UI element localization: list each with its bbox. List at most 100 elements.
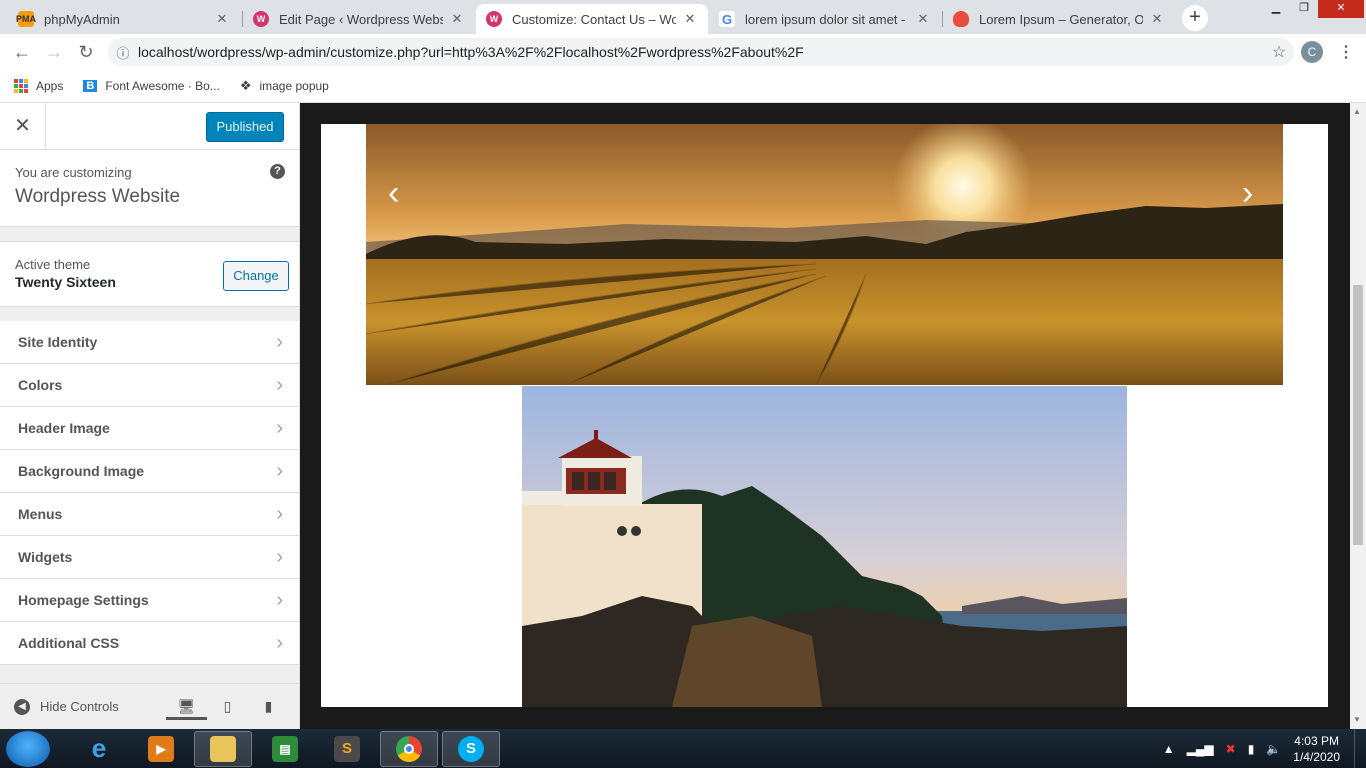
slider-next-icon[interactable]: › — [1242, 174, 1253, 213]
show-desktop-button[interactable] — [1354, 729, 1366, 768]
section-label: Widgets — [18, 549, 73, 565]
close-icon[interactable]: ✕ — [915, 11, 931, 27]
publish-button[interactable]: Published — [206, 112, 284, 142]
tab-title: Lorem Ipsum – Generator, Origi — [979, 11, 1143, 27]
section-header-image[interactable]: Header Image › — [0, 407, 299, 450]
info-icon[interactable]: ⓘ — [108, 43, 138, 62]
chevron-right-icon: › — [276, 546, 283, 568]
close-icon[interactable]: ✕ — [1149, 11, 1165, 27]
chevron-right-icon: › — [276, 331, 283, 353]
battery-icon[interactable]: ▮ — [1248, 742, 1255, 756]
new-tab-button[interactable]: + — [1182, 5, 1208, 31]
restore-icon[interactable]: ❐ — [1290, 0, 1318, 18]
customizer-info: You are customizing Wordpress Website ? — [0, 150, 299, 227]
browser-toolbar: ← → ↻ ⓘ localhost/wordpress/wp-admin/cus… — [0, 34, 1366, 70]
bookmark-apps[interactable]: Apps — [14, 79, 63, 93]
network-status-icon[interactable]: ✖ — [1226, 742, 1236, 756]
close-icon[interactable]: ✕ — [682, 11, 698, 27]
chevron-right-icon: › — [276, 374, 283, 396]
collapse-icon[interactable]: ◀ — [14, 698, 30, 715]
preview-page: ‹ › — [321, 124, 1328, 707]
tab-edit-page[interactable]: W Edit Page ‹ Wordpress Website ✕ — [243, 4, 475, 34]
tab-lorem-ipsum[interactable]: Lorem Ipsum – Generator, Origi ✕ — [943, 4, 1175, 34]
section-label: Site Identity — [18, 334, 98, 350]
site-preview-frame: ‹ › — [300, 103, 1350, 729]
section-background-image[interactable]: Background Image › — [0, 450, 299, 493]
scroll-down-icon[interactable]: ▼ — [1353, 715, 1361, 724]
customizer-footer: ◀ Hide Controls 🖥 ▯ ▮ — [0, 683, 299, 729]
internet-explorer-icon[interactable]: e — [70, 731, 128, 767]
slider-prev-icon[interactable]: ‹ — [388, 174, 399, 213]
forward-arrow-icon[interactable]: → — [38, 36, 70, 68]
chrome-icon[interactable] — [380, 730, 438, 767]
clock-date: 1/4/2020 — [1293, 749, 1340, 764]
tab-google-search[interactable]: G lorem ipsum dolor sit amet - Go ✕ — [709, 4, 941, 34]
windows-taskbar: e ▶ ▤ S S ▲ ▂▄▆ ✖ ▮ 🔈 4:03 PM 1/4/2020 — [0, 729, 1366, 768]
bookmark-label: Apps — [36, 79, 64, 93]
lighthouse-coast-image — [522, 386, 1127, 707]
show-hidden-icons-icon[interactable]: ▲ — [1163, 742, 1175, 756]
volume-icon[interactable]: 🔈 — [1266, 742, 1281, 756]
help-icon[interactable]: ? — [270, 164, 285, 179]
tab-title: Edit Page ‹ Wordpress Website — [279, 11, 443, 27]
desktop-icon[interactable]: 🖥 — [166, 694, 207, 720]
spreadsheet-icon[interactable]: ▤ — [256, 731, 314, 767]
close-icon[interactable]: ✕ — [449, 11, 465, 27]
system-tray: ▲ ▂▄▆ ✖ ▮ 🔈 4:03 PM 1/4/2020 — [1163, 729, 1366, 768]
site-title: Wordpress Website — [15, 186, 181, 207]
active-theme-panel: Active theme Twenty Sixteen Change — [0, 241, 299, 307]
url-text: localhost/wordpress/wp-admin/customize.p… — [138, 44, 804, 60]
browser-tab-strip: PMA phpMyAdmin ✕ W Edit Page ‹ Wordpress… — [0, 0, 1366, 34]
tab-phpmyadmin[interactable]: PMA phpMyAdmin ✕ — [8, 4, 240, 34]
chevron-right-icon: › — [276, 417, 283, 439]
section-additional-css[interactable]: Additional CSS › — [0, 622, 299, 665]
close-customizer-button[interactable]: ✕ — [0, 103, 46, 150]
sublime-text-icon[interactable]: S — [318, 731, 376, 767]
back-arrow-icon[interactable]: ← — [6, 36, 38, 68]
wheat-field-sunset-image — [366, 124, 1283, 385]
scroll-up-icon[interactable]: ▲ — [1353, 107, 1361, 116]
section-homepage-settings[interactable]: Homepage Settings › — [0, 579, 299, 622]
section-colors[interactable]: Colors › — [0, 364, 299, 407]
section-label: Colors — [18, 377, 63, 393]
google-icon: G — [719, 11, 735, 27]
tablet-icon[interactable]: ▯ — [207, 694, 248, 720]
mobile-icon[interactable]: ▮ — [248, 694, 289, 720]
section-label: Additional CSS — [18, 635, 120, 651]
tab-customize[interactable]: W Customize: Contact Us – WordP ✕ — [476, 4, 708, 34]
close-icon[interactable]: ✕ — [214, 11, 230, 27]
start-button-icon[interactable] — [6, 730, 50, 767]
kebab-menu-icon[interactable]: ⋮ — [1338, 42, 1354, 62]
window-close-icon[interactable]: ✕ — [1318, 0, 1364, 18]
customizer-sidebar: ✕ Published You are customizing Wordpres… — [0, 103, 300, 729]
star-icon[interactable]: ☆ — [1264, 42, 1294, 62]
hide-controls-button[interactable]: Hide Controls — [40, 699, 119, 714]
phpmyadmin-icon: PMA — [16, 11, 36, 27]
scrollbar-thumb[interactable] — [1353, 285, 1363, 545]
change-theme-button[interactable]: Change — [223, 261, 289, 291]
section-label: Background Image — [18, 463, 145, 479]
bookmark-font-awesome[interactable]: B Font Awesome · Bo... — [83, 79, 220, 93]
chevron-right-icon: › — [276, 589, 283, 611]
address-bar[interactable]: ⓘ localhost/wordpress/wp-admin/customize… — [108, 38, 1294, 66]
section-label: Menus — [18, 506, 63, 522]
image-slider: ‹ › — [366, 124, 1283, 385]
file-explorer-icon[interactable] — [194, 730, 252, 767]
media-player-icon[interactable]: ▶ — [132, 731, 190, 767]
section-widgets[interactable]: Widgets › — [0, 536, 299, 579]
tab-title: phpMyAdmin — [44, 11, 120, 27]
profile-avatar[interactable]: C — [1301, 41, 1323, 63]
network-signal-icon[interactable]: ▂▄▆ — [1187, 742, 1214, 756]
section-menus[interactable]: Menus › — [0, 493, 299, 536]
preview-scrollbar[interactable]: ▲ ▼ — [1350, 103, 1366, 729]
codepen-icon: ❖ — [239, 78, 252, 93]
bookmark-image-popup[interactable]: ❖ image popup — [240, 78, 329, 94]
section-site-identity[interactable]: Site Identity › — [0, 321, 299, 364]
skype-icon[interactable]: S — [442, 730, 500, 767]
apps-grid-icon — [14, 79, 28, 93]
reload-icon[interactable]: ↻ — [70, 36, 102, 68]
taskbar-clock[interactable]: 4:03 PM 1/4/2020 — [1293, 733, 1340, 765]
customizer-sections: Site Identity › Colors › Header Image › Bac… — [0, 321, 299, 665]
minimize-icon[interactable]: ▁ — [1262, 0, 1290, 18]
customizing-label: You are customizing — [15, 165, 132, 180]
